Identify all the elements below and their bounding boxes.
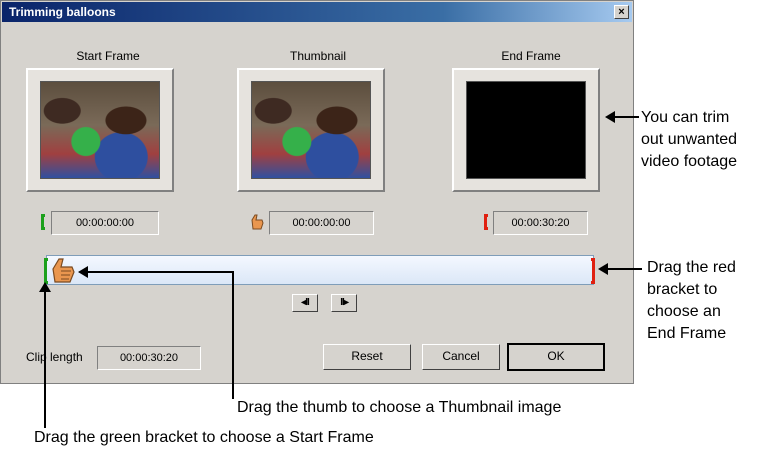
- end-frame-label: End Frame: [501, 49, 561, 63]
- end-bracket-handle[interactable]: [591, 258, 595, 284]
- start-time-field: 00:00:00:00: [51, 211, 159, 235]
- green-bracket-callout-line: [44, 290, 46, 428]
- trimming-dialog: Trimming balloons × Start Frame Thumbnai…: [0, 0, 634, 384]
- thumb-callout-horizontal-line: [86, 271, 234, 273]
- trim-callout-arrow-icon: [605, 111, 615, 123]
- thumb-hand-icon: [249, 213, 265, 231]
- green-bracket-callout-arrow-icon: [39, 282, 51, 292]
- end-frame-image: [466, 81, 586, 179]
- clip-length-label: Clip length: [26, 350, 83, 364]
- red-bracket-callout-arrow-icon: [598, 263, 608, 275]
- start-bracket-handle[interactable]: [44, 258, 48, 284]
- red-bracket-icon: [484, 214, 488, 230]
- thumbnail-thumb-handle[interactable]: [49, 256, 77, 284]
- green-bracket-icon: [41, 214, 45, 230]
- trim-callout: You can trim out unwanted video footage: [641, 109, 738, 170]
- thumbnail-image: [251, 81, 371, 179]
- end-frame-preview: [452, 68, 600, 192]
- red-bracket-callout-line: [604, 268, 642, 270]
- end-time-field: 00:00:30:20: [493, 211, 588, 235]
- cancel-button[interactable]: Cancel: [422, 344, 500, 370]
- close-button[interactable]: ×: [614, 5, 629, 19]
- start-frame-image: [40, 81, 160, 179]
- thumb-callout-arrow-icon: [78, 266, 88, 278]
- trim-track[interactable]: [46, 255, 594, 285]
- title-bar[interactable]: Trimming balloons ×: [2, 2, 632, 22]
- ok-button[interactable]: OK: [507, 343, 605, 371]
- reset-button[interactable]: Reset: [323, 344, 411, 370]
- thumbnail-time-field: 00:00:00:00: [269, 211, 374, 235]
- start-frame-preview: [26, 68, 174, 192]
- red-bracket-callout: Drag the red bracket to choose an End Fr…: [647, 259, 736, 342]
- thumb-callout: Drag the thumb to choose a Thumbnail ima…: [237, 399, 562, 416]
- thumb-callout-vertical-line: [232, 271, 234, 399]
- step-forward-button[interactable]: II▸: [331, 294, 357, 312]
- step-back-button[interactable]: ◂II: [292, 294, 318, 312]
- start-frame-label: Start Frame: [76, 49, 140, 63]
- green-bracket-callout: Drag the green bracket to choose a Start…: [34, 429, 374, 446]
- trim-callout-line: [611, 116, 639, 118]
- thumbnail-label: Thumbnail: [289, 49, 347, 63]
- dialog-title: Trimming balloons: [9, 5, 116, 19]
- clip-length-field: 00:00:30:20: [97, 346, 201, 370]
- thumbnail-preview: [237, 68, 385, 192]
